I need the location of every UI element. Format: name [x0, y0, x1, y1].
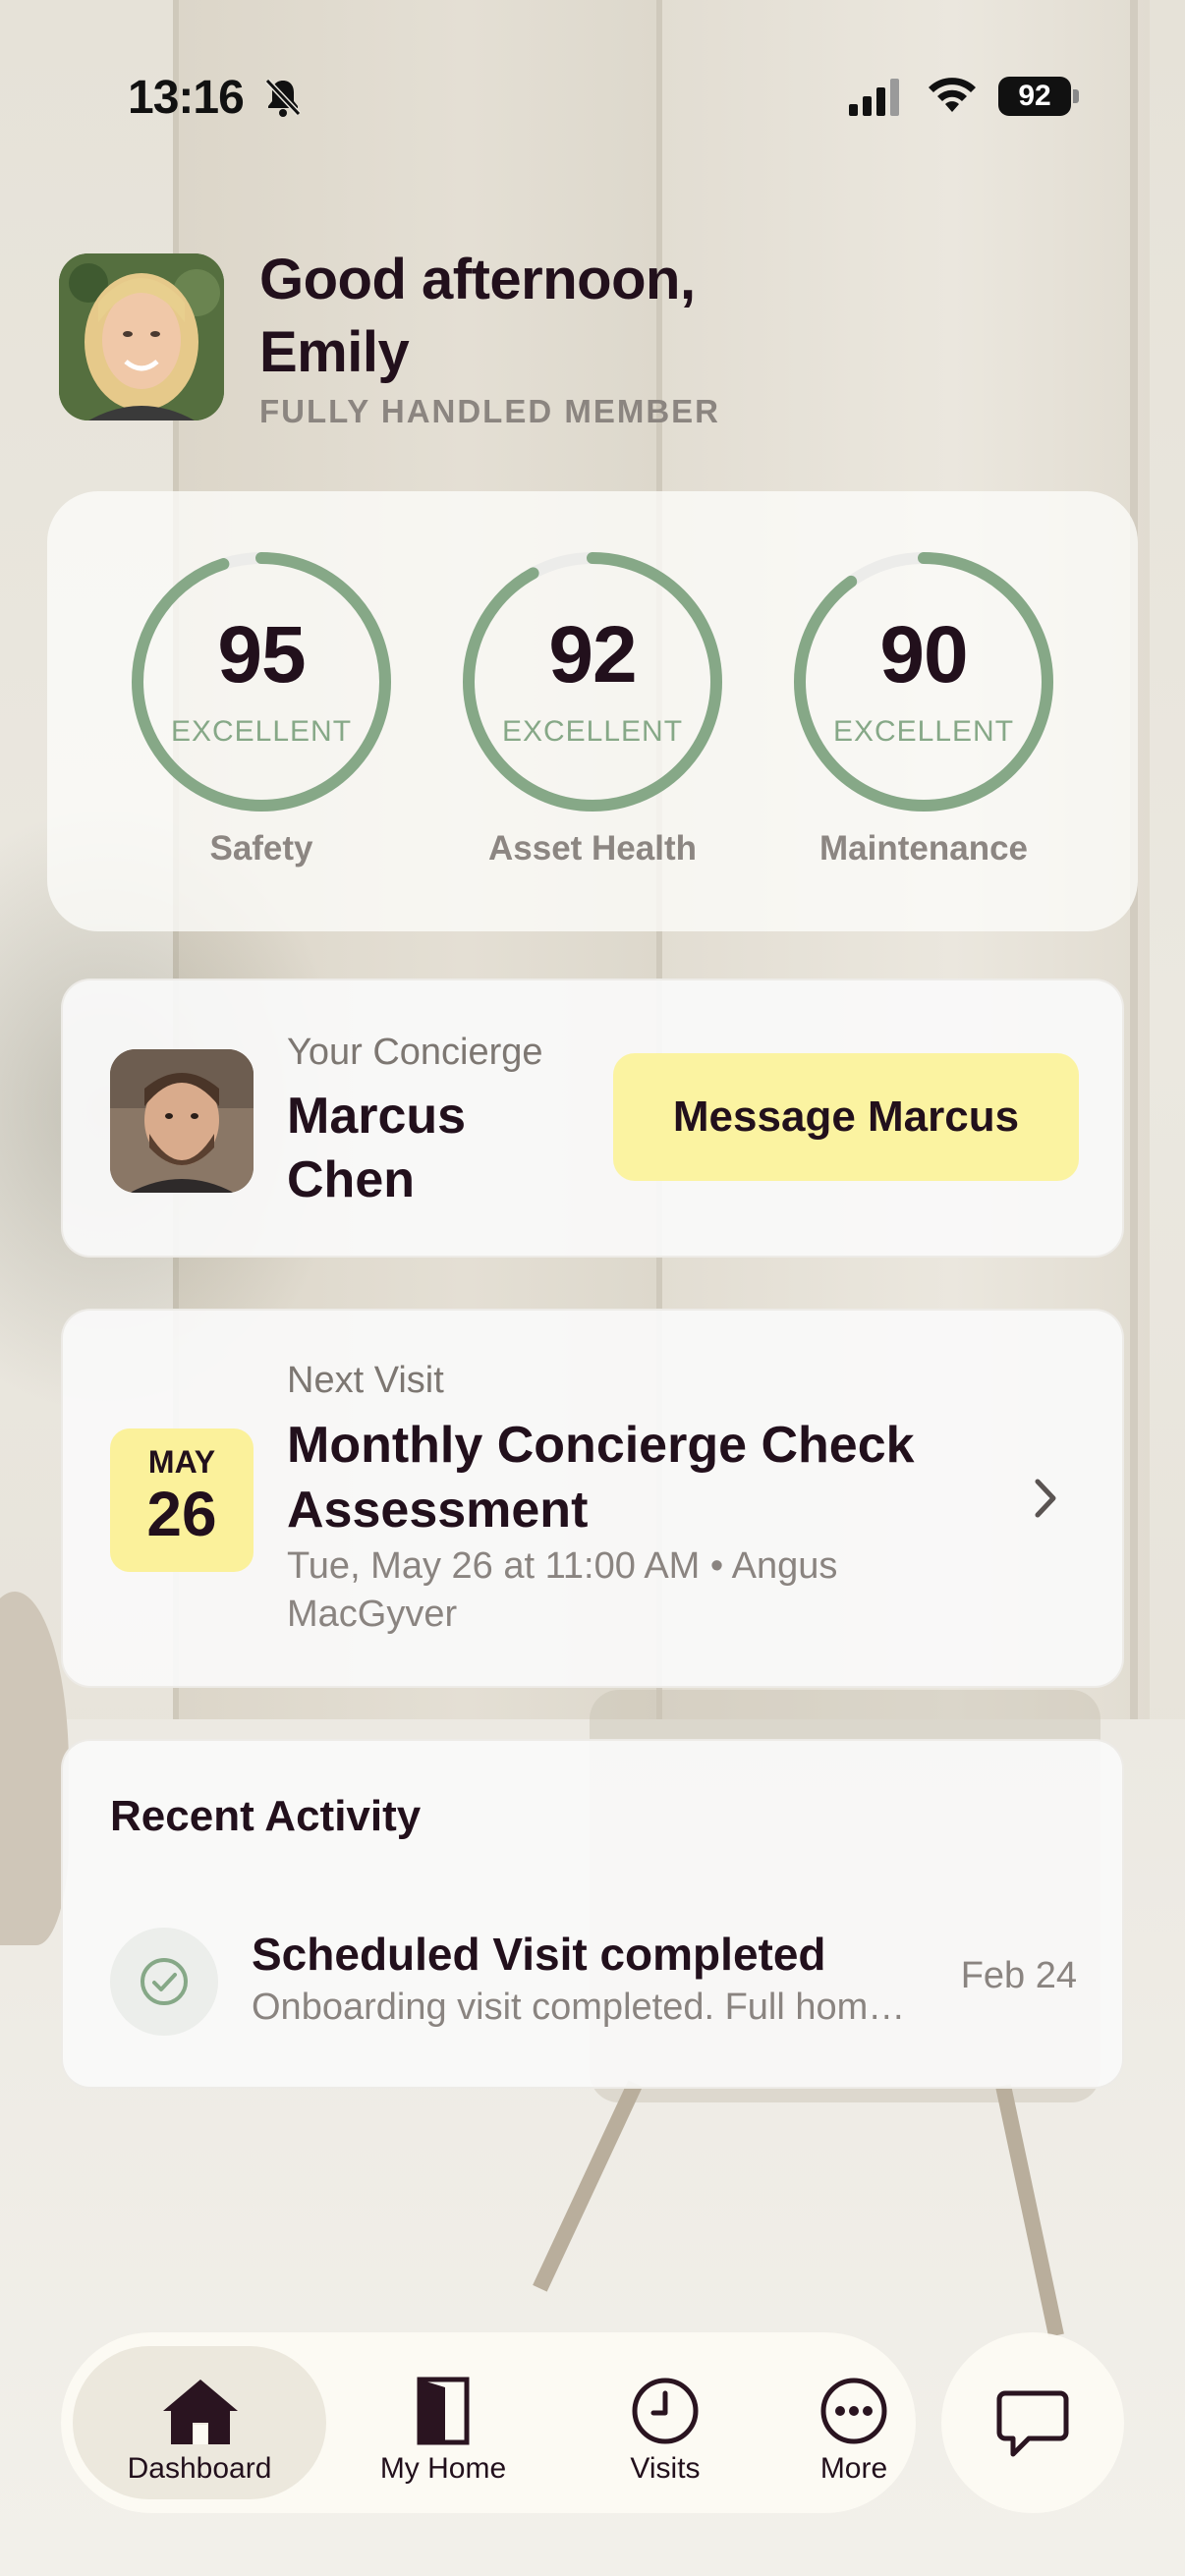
activity-description: Onboarding visit completed. Full home as… — [252, 1987, 920, 2028]
scores-card: 95 EXCELLENT Safety 92 EXCELLENT Asset H… — [47, 491, 1138, 931]
status-bar: 13:16 92 — [0, 0, 1185, 196]
user-avatar[interactable] — [59, 253, 224, 420]
visit-detail-line: MacGyver — [287, 1594, 458, 1635]
concierge-last-name: Chen — [287, 1151, 415, 1208]
activity-title[interactable]: Scheduled Visit completed — [252, 1928, 826, 1981]
score-label: Maintenance — [819, 829, 1028, 868]
bell-slash-icon — [264, 78, 302, 117]
visit-title-line: Monthly Concierge Check — [287, 1417, 915, 1474]
tab-visits[interactable]: Visits — [562, 2346, 768, 2499]
concierge-first-name: Marcus — [287, 1088, 467, 1145]
tab-bar: Dashboard My Home Visits More — [61, 2332, 916, 2513]
clock-icon — [632, 2378, 699, 2444]
visit-detail-line: Tue, May 26 at 11:00 AM • Angus — [287, 1545, 838, 1587]
wifi-icon — [929, 78, 976, 112]
concierge-name: Marcus Chen — [287, 1085, 582, 1212]
concierge-avatar — [110, 1049, 254, 1193]
tab-my-home[interactable]: My Home — [330, 2346, 556, 2499]
house-icon — [163, 2380, 238, 2444]
score-status: EXCELLENT — [170, 715, 353, 748]
signal-icon — [849, 79, 899, 116]
greeting: Good afternoon, Emily — [259, 244, 947, 389]
tab-label: More — [819, 2452, 888, 2485]
score-label: Asset Health — [487, 829, 698, 868]
score-status: EXCELLENT — [832, 715, 1015, 748]
concierge-card: Your Concierge Marcus Chen Message Marcu… — [61, 979, 1124, 1258]
tab-label: Dashboard — [127, 2452, 272, 2485]
date-month: MAY — [147, 1444, 216, 1480]
visit-title-line: Assessment — [287, 1482, 589, 1539]
activity-date: Feb 24 — [960, 1955, 1077, 1996]
next-visit-card[interactable]: MAY 26 Next Visit Monthly Concierge Chec… — [61, 1309, 1124, 1688]
visit-details: Tue, May 26 at 11:00 AM • Angus MacGyver — [287, 1542, 975, 1639]
tab-label: Visits — [630, 2452, 701, 2485]
visit-title: Monthly Concierge Check Assessment — [287, 1413, 1014, 1542]
membership-label: FULLY HANDLED MEMBER — [259, 393, 721, 429]
tab-dashboard[interactable]: Dashboard — [73, 2346, 326, 2499]
chat-button[interactable] — [941, 2332, 1124, 2513]
recent-activity-card: Recent Activity Scheduled Visit complete… — [61, 1739, 1124, 2089]
next-visit-label: Next Visit — [287, 1360, 444, 1401]
door-icon — [417, 2377, 470, 2445]
chevron-right-icon — [1035, 1479, 1056, 1518]
score-value: 95 — [217, 610, 306, 700]
greeting-line: Good afternoon, — [259, 248, 696, 311]
battery-level: 92 — [998, 77, 1071, 116]
tab-more[interactable]: More — [749, 2346, 959, 2499]
more-icon — [820, 2378, 887, 2444]
battery-icon: 92 — [998, 77, 1081, 116]
score-status: EXCELLENT — [501, 715, 684, 748]
user-name: Emily — [259, 320, 410, 384]
date-day: 26 — [146, 1479, 217, 1549]
score-value: 90 — [879, 610, 968, 700]
status-time: 13:16 — [128, 72, 245, 124]
score-value: 92 — [548, 610, 637, 700]
date-badge: MAY 26 — [110, 1428, 254, 1572]
tab-label: My Home — [379, 2452, 507, 2485]
message-concierge-button[interactable]: Message Marcus — [613, 1053, 1079, 1181]
recent-activity-heading: Recent Activity — [110, 1792, 422, 1840]
concierge-label: Your Concierge — [287, 1032, 543, 1073]
chat-bubble-icon — [996, 2390, 1069, 2457]
check-circle-icon — [110, 1928, 218, 2036]
score-label: Safety — [209, 829, 313, 868]
